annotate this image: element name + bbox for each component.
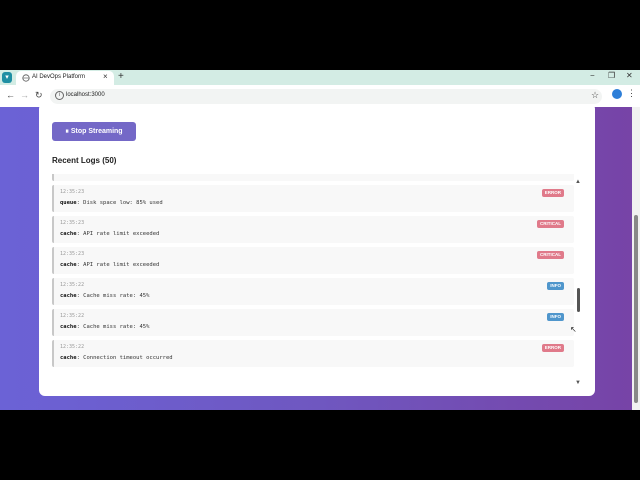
log-text: : Disk space low: 85% used <box>76 200 163 206</box>
log-source: cache <box>60 231 77 237</box>
log-level-badge: INFO <box>547 313 564 321</box>
maximize-icon[interactable]: ❐ <box>608 71 615 80</box>
log-timestamp: 12:35:22 <box>60 344 85 350</box>
new-tab-button[interactable]: + <box>118 71 124 82</box>
log-text: : Cache miss rate: 45% <box>76 324 150 330</box>
bookmark-star-icon[interactable]: ☆ <box>591 90 599 101</box>
log-source: cache <box>60 262 77 268</box>
tab-bar: ▾ AI DevOps Platform × + − ❐ ✕ <box>0 70 640 85</box>
log-entry: queue: Disk space low: 85% used <box>52 174 574 181</box>
log-source: cache <box>60 355 77 361</box>
logs-scrollbar-thumb[interactable] <box>577 288 580 312</box>
page-viewport: ⏸ Stop Streaming Recent Logs (50) queue:… <box>0 107 640 410</box>
close-window-icon[interactable]: ✕ <box>626 71 633 80</box>
log-entry: 12:35:23 cache: API rate limit exceeded CR… <box>52 247 574 274</box>
logs-heading: Recent Logs (50) <box>52 156 117 165</box>
logs-list[interactable]: queue: Disk space low: 85% used12:35:23q… <box>52 174 582 388</box>
log-entry: 12:35:22 cache: Connection timeout occurr… <box>52 340 574 367</box>
url-text[interactable]: localhost:3000 <box>66 92 105 98</box>
site-info-icon[interactable]: i <box>55 91 64 100</box>
log-entry: 12:35:22 cache: Cache miss rate: 45% INFO <box>52 309 574 336</box>
scroll-down-arrow-icon[interactable]: ▼ <box>575 380 581 386</box>
stop-streaming-button[interactable]: ⏸ Stop Streaming <box>52 122 136 141</box>
address-bar[interactable]: i localhost:3000 ☆ <box>50 89 602 104</box>
log-text: : Cache miss rate: 45% <box>76 293 150 299</box>
logs-card: ⏸ Stop Streaming Recent Logs (50) queue:… <box>39 107 595 396</box>
log-timestamp: 12:35:23 <box>60 251 85 257</box>
log-timestamp: 12:35:23 <box>60 220 85 226</box>
profile-avatar[interactable] <box>612 89 622 99</box>
scroll-up-arrow-icon[interactable]: ▲ <box>575 179 581 185</box>
log-entry: 12:35:22 cache: Cache miss rate: 45% INFO <box>52 278 574 305</box>
log-text: : Connection timeout occurred <box>76 355 173 361</box>
log-text: : API rate limit exceeded <box>76 231 160 237</box>
log-level-badge: CRITICAL <box>537 220 564 228</box>
log-text: : API rate limit exceeded <box>76 262 160 268</box>
log-level-badge: INFO <box>547 282 564 290</box>
tab-close-icon[interactable]: × <box>103 72 108 81</box>
log-entry: 12:35:23 cache: API rate limit exceeded CR… <box>52 216 574 243</box>
log-message: queue: Disk space low: 85% used <box>60 174 163 175</box>
tab-search-dropdown-icon[interactable]: ▾ <box>2 72 12 83</box>
navigation-bar: ← → ↻ i localhost:3000 ☆ ⋮ <box>0 85 640 107</box>
log-source: queue <box>60 174 77 175</box>
forward-icon[interactable]: → <box>20 90 29 100</box>
log-message: cache: Cache miss rate: 45% <box>60 324 149 330</box>
log-source: cache <box>60 324 77 330</box>
log-level-badge: ERROR <box>541 344 564 352</box>
back-icon[interactable]: ← <box>6 90 15 100</box>
log-source: queue <box>60 200 77 206</box>
page-scrollbar-thumb[interactable] <box>634 215 638 403</box>
tab-title: AI DevOps Platform <box>32 74 86 80</box>
browser-window: ▾ AI DevOps Platform × + − ❐ ✕ ← → ↻ i l… <box>0 70 640 410</box>
log-timestamp: 12:35:22 <box>60 313 85 319</box>
log-timestamp: 12:35:22 <box>60 282 85 288</box>
log-message: cache: API rate limit exceeded <box>60 262 159 268</box>
reload-icon[interactable]: ↻ <box>35 90 43 101</box>
log-text: : Disk space low: 85% used <box>77 174 163 175</box>
log-message: cache: Connection timeout occurred <box>60 355 173 361</box>
globe-icon <box>22 74 30 82</box>
log-message: cache: API rate limit exceeded <box>60 231 159 237</box>
mouse-cursor-icon: ↖ <box>570 325 577 334</box>
active-tab[interactable]: AI DevOps Platform × <box>16 71 114 85</box>
log-message: cache: Cache miss rate: 45% <box>60 293 149 299</box>
log-timestamp: 12:35:23 <box>60 189 85 195</box>
browser-menu-icon[interactable]: ⋮ <box>627 88 636 99</box>
log-entry: 12:35:23 queue: Disk space low: 85% used E… <box>52 185 574 212</box>
log-level-badge: CRITICAL <box>537 251 564 259</box>
minimize-icon[interactable]: − <box>590 71 595 80</box>
log-level-badge: ERROR <box>541 189 564 197</box>
log-source: cache <box>60 293 77 299</box>
log-message: queue: Disk space low: 85% used <box>60 200 163 206</box>
